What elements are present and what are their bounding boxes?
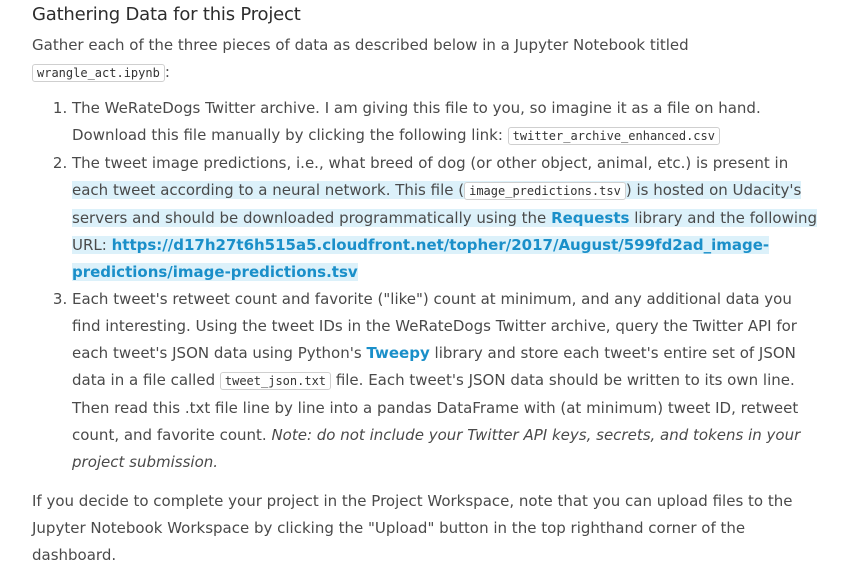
section-heading: Gathering Data for this Project: [32, 4, 301, 25]
intro-suffix: :: [164, 63, 170, 81]
notebook-filename: wrangle_act.ipynb: [32, 64, 165, 82]
predictions-filename: image_predictions.tsv: [464, 182, 626, 200]
list-item-archive: The WeRateDogs Twitter archive. I am giv…: [72, 95, 822, 150]
archive-filename: twitter_archive_enhanced.csv: [507, 127, 720, 145]
requests-link[interactable]: Requests: [551, 209, 629, 227]
data-sources-list: The WeRateDogs Twitter archive. I am giv…: [32, 95, 822, 476]
list-item-predictions: The tweet image predictions, i.e., what …: [72, 150, 822, 286]
tweepy-link[interactable]: Tweepy: [366, 344, 429, 362]
intro-paragraph: Gather each of the three pieces of data …: [32, 32, 822, 87]
tweets-filename: tweet_json.txt: [219, 372, 332, 390]
outro-paragraph: If you decide to complete your project i…: [32, 492, 793, 564]
predictions-text-2: each tweet according to a neural network…: [72, 181, 465, 199]
content: Gathering Data for this Project Gather e…: [32, 0, 822, 569]
highlighted-selection: each tweet according to a neural network…: [72, 181, 818, 281]
list-item-tweets: Each tweet's retweet count and favorite …: [72, 286, 822, 476]
predictions-text-1: The tweet image predictions, i.e., what …: [72, 154, 789, 172]
predictions-url-link[interactable]: https://d17h27t6h515a5.cloudfront.net/to…: [72, 236, 769, 281]
intro-text: Gather each of the three pieces of data …: [32, 36, 689, 54]
